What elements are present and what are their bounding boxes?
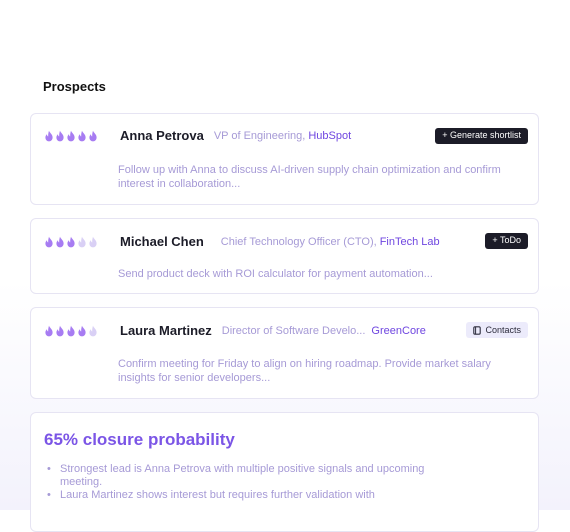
flame-icon: [45, 130, 53, 141]
flame-icon: [89, 236, 97, 247]
prospect-name[interactable]: Anna Petrova: [120, 128, 204, 143]
todo-button[interactable]: + ToDo: [485, 233, 528, 249]
prospect-company[interactable]: HubSpot: [308, 130, 351, 142]
prospect-note: Confirm meeting for Friday to align on h…: [118, 358, 491, 384]
summary-bullet: Laura Martinez shows interest but requir…: [47, 489, 447, 502]
prospect-card[interactable]: Laura Martinez Director of Software Deve…: [30, 307, 539, 399]
flame-icon: [67, 236, 75, 247]
flame-icon: [67, 130, 75, 141]
prospect-role: VP of Engineering,: [213, 129, 306, 142]
flame-icon: [89, 325, 97, 336]
flame-icon: [67, 325, 75, 336]
summary-bullets: Strongest lead is Anna Petrova with mult…: [47, 463, 447, 502]
prospect-note: Follow up with Anna to discuss AI-driven…: [118, 164, 501, 190]
contacts-label: Contacts: [485, 324, 521, 335]
flame-icon: [45, 325, 53, 336]
flame-icon: [56, 236, 64, 247]
rating-flames: [44, 236, 106, 248]
generate-shortlist-button[interactable]: + Generate shortlist: [435, 128, 528, 144]
flame-icon: [56, 130, 64, 141]
flame-icon: [78, 325, 86, 336]
contacts-button[interactable]: Contacts: [466, 322, 528, 338]
rating-flames: [44, 130, 106, 142]
flame-icon: [78, 236, 86, 247]
summary-bullet: Strongest lead is Anna Petrova with mult…: [47, 463, 447, 489]
prospect-company[interactable]: FinTech Lab: [380, 236, 440, 248]
prospect-card[interactable]: Anna Petrova VP of Engineering, HubSpot …: [30, 113, 539, 205]
prospect-company[interactable]: GreenCore: [371, 325, 425, 337]
rating-flames: [44, 325, 106, 337]
summary-card: 65% closure probability Strongest lead i…: [30, 412, 539, 532]
prospect-name[interactable]: Laura Martinez: [120, 323, 212, 338]
flame-icon: [56, 325, 64, 336]
prospect-name[interactable]: Michael Chen: [120, 234, 204, 249]
closure-probability-title: 65% closure probability: [44, 430, 235, 449]
flame-icon: [45, 236, 53, 247]
prospect-note: Send product deck with ROI calculator fo…: [118, 268, 433, 280]
flame-icon: [89, 130, 97, 141]
prospect-card[interactable]: Michael Chen Chief Technology Officer (C…: [30, 218, 539, 294]
prospect-role: Director of Software Develo...: [221, 324, 366, 337]
prospect-role: Chief Technology Officer (CTO),: [220, 235, 377, 248]
section-title: Prospects: [43, 79, 106, 94]
contacts-icon: [473, 325, 482, 335]
flame-icon: [78, 130, 86, 141]
